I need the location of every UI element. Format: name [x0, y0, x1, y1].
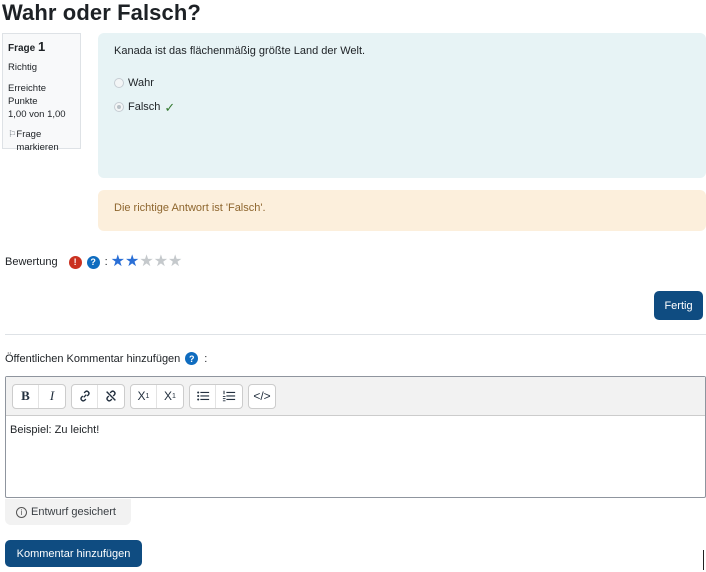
star-3[interactable]: ★ — [139, 254, 153, 270]
comment-colon: : — [204, 352, 208, 365]
superscript-letter: X — [137, 389, 146, 403]
star-5[interactable]: ★ — [168, 254, 182, 270]
draft-status-text: Entwurf gesichert — [31, 506, 116, 518]
option-falsch-radio[interactable] — [114, 102, 124, 112]
toolbar-group-script: X1 X1 — [130, 383, 184, 409]
exclamation-icon[interactable]: ! — [68, 255, 82, 269]
numbered-list-button[interactable] — [216, 385, 242, 408]
question-number-value: 1 — [38, 39, 46, 54]
link-button[interactable] — [72, 384, 98, 408]
comment-label-row: Öffentlichen Kommentar hinzufügen ? : — [5, 352, 207, 365]
comment-text-area[interactable]: Beispiel: Zu leicht! — [6, 416, 705, 444]
grade-label: Erreichte Punkte — [8, 83, 47, 107]
toolbar-group-lists — [189, 383, 243, 409]
star-1[interactable]: ★ — [111, 254, 125, 270]
flag-question-label: Frage markieren — [16, 129, 59, 153]
text-cursor — [703, 550, 704, 570]
question-state: Richtig — [8, 62, 38, 73]
option-falsch-label: Falsch — [128, 101, 161, 113]
question-content: Kanada ist das flächenmäßig größte Land … — [98, 33, 706, 178]
option-wahr-radio[interactable] — [114, 78, 124, 88]
subscript-letter: X — [164, 389, 173, 403]
info-icon: i — [16, 506, 27, 518]
flag-question-link[interactable]: ⚐ Frage markieren — [8, 128, 75, 154]
editor-toolbar: B I X1 X1 </> — [6, 377, 705, 416]
link-icon — [79, 390, 90, 402]
code-button[interactable]: </> — [249, 385, 275, 408]
superscript-button[interactable]: X1 — [131, 384, 157, 408]
add-comment-button[interactable]: Kommentar hinzufügen — [5, 540, 142, 567]
question-icon[interactable]: ? — [185, 352, 199, 365]
option-wahr-label: Wahr — [128, 77, 154, 89]
comment-editor: B I X1 X1 </> Beispiel: Zu leicht! — [5, 376, 706, 498]
bold-button[interactable]: B — [13, 384, 39, 408]
feedback-text: Die richtige Antwort ist 'Falsch'. — [114, 202, 266, 214]
unlink-icon — [106, 390, 116, 402]
option-wahr[interactable]: Wahr — [114, 72, 690, 94]
toolbar-group-format: B I — [12, 383, 66, 409]
star-4[interactable]: ★ — [154, 254, 168, 270]
question-number: Frage 1 — [8, 40, 75, 55]
question-text: Kanada ist das flächenmäßig größte Land … — [114, 45, 366, 57]
star-2[interactable]: ★ — [125, 254, 139, 270]
question-number-label: Frage — [8, 43, 36, 54]
unlink-button[interactable] — [98, 385, 124, 408]
correct-answer-feedback: Die richtige Antwort ist 'Falsch'. — [98, 190, 706, 231]
question-icon[interactable]: ? — [86, 255, 100, 269]
toolbar-group-code: </> — [248, 383, 276, 409]
numbered-list-icon — [222, 390, 236, 402]
rating-label: Bewertung — [5, 256, 58, 268]
comment-label: Öffentlichen Kommentar hinzufügen — [5, 352, 181, 365]
question-info-panel: Frage 1 Richtig Erreichte Punkte 1,00 vo… — [2, 33, 81, 153]
italic-button[interactable]: I — [39, 385, 65, 408]
bullet-list-button[interactable] — [190, 384, 216, 408]
subscript-button[interactable]: X1 — [157, 385, 183, 408]
draft-status: i Entwurf gesichert — [5, 499, 131, 525]
grade-value: 1,00 von 1,00 — [8, 109, 66, 120]
divider — [5, 334, 706, 335]
toolbar-group-link — [71, 383, 125, 409]
subscript-mark: 1 — [172, 392, 176, 400]
option-falsch[interactable]: Falsch ✓ — [114, 96, 690, 118]
page-title: Wahr oder Falsch? — [2, 0, 201, 25]
superscript-mark: 1 — [145, 392, 150, 400]
rating-colon: : — [104, 256, 108, 268]
bullet-list-icon — [196, 391, 209, 401]
check-icon: ✓ — [164, 99, 176, 115]
fertig-button[interactable]: Fertig — [654, 291, 703, 320]
flag-icon: ⚐ — [8, 129, 17, 139]
rating-row: Bewertung ! ? : ★ ★ ★ ★ ★ — [5, 254, 182, 270]
